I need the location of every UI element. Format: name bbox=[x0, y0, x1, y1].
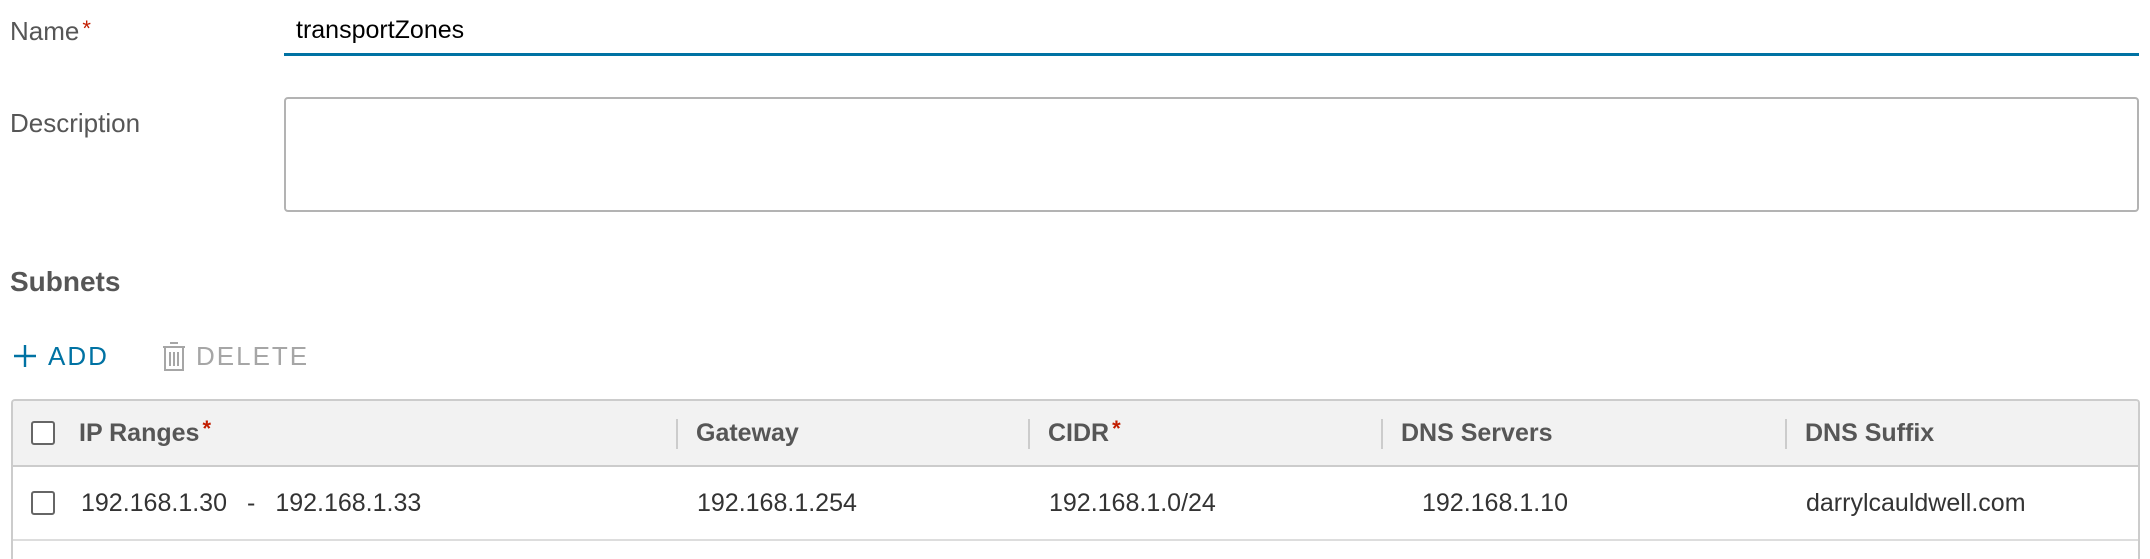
add-subnet-button[interactable]: ADD bbox=[12, 336, 109, 376]
column-header-dns-servers[interactable]: DNS Servers bbox=[1401, 401, 1552, 465]
required-indicator: * bbox=[202, 416, 211, 441]
select-all-checkbox[interactable] bbox=[31, 421, 55, 445]
description-input[interactable] bbox=[284, 97, 2139, 212]
dns-suffix-cell[interactable]: darrylcauldwell.com bbox=[1806, 467, 2026, 539]
column-header-gateway[interactable]: Gateway bbox=[696, 401, 799, 465]
ip-range-end: 192.168.1.33 bbox=[275, 488, 422, 517]
subnets-grid: IP Ranges * Gateway CIDR * DNS Servers DNS… bbox=[11, 399, 2140, 559]
table-row[interactable]: 192.168.1.30 - 192.168.1.33 192.168.1.25… bbox=[13, 467, 2138, 541]
column-header-ip-ranges[interactable]: IP Ranges * bbox=[79, 401, 211, 465]
description-label: Description bbox=[10, 108, 141, 138]
ip-range-start: 192.168.1.30 bbox=[81, 488, 227, 517]
column-separator[interactable] bbox=[1785, 419, 1787, 449]
gateway-cell[interactable]: 192.168.1.254 bbox=[697, 467, 857, 539]
cidr-cell[interactable]: 192.168.1.0/24 bbox=[1049, 467, 1216, 539]
column-header-dns-suffix[interactable]: DNS Suffix bbox=[1805, 401, 1934, 465]
dns-servers-cell[interactable]: 192.168.1.10 bbox=[1422, 467, 1568, 539]
required-indicator: * bbox=[1112, 416, 1121, 441]
subnets-section-title: Subnets bbox=[10, 266, 121, 297]
required-indicator: * bbox=[82, 16, 91, 41]
delete-button-label: DELETE bbox=[196, 340, 310, 371]
column-header-cidr[interactable]: CIDR * bbox=[1048, 401, 1121, 465]
delete-subnet-button[interactable]: DELETE bbox=[162, 336, 309, 376]
ip-range-cell[interactable]: 192.168.1.30 - 192.168.1.33 bbox=[81, 467, 421, 539]
row-checkbox[interactable] bbox=[31, 491, 55, 515]
name-label: Name * bbox=[10, 16, 91, 46]
add-button-label: ADD bbox=[48, 340, 109, 371]
column-separator[interactable] bbox=[1381, 419, 1383, 449]
trash-icon bbox=[162, 340, 186, 372]
column-separator[interactable] bbox=[676, 419, 678, 449]
name-input[interactable] bbox=[284, 8, 2139, 56]
column-separator[interactable] bbox=[1028, 419, 1030, 449]
ip-range-separator: - bbox=[246, 488, 256, 517]
plus-icon bbox=[12, 343, 38, 369]
grid-header: IP Ranges * Gateway CIDR * DNS Servers DNS… bbox=[13, 401, 2138, 467]
